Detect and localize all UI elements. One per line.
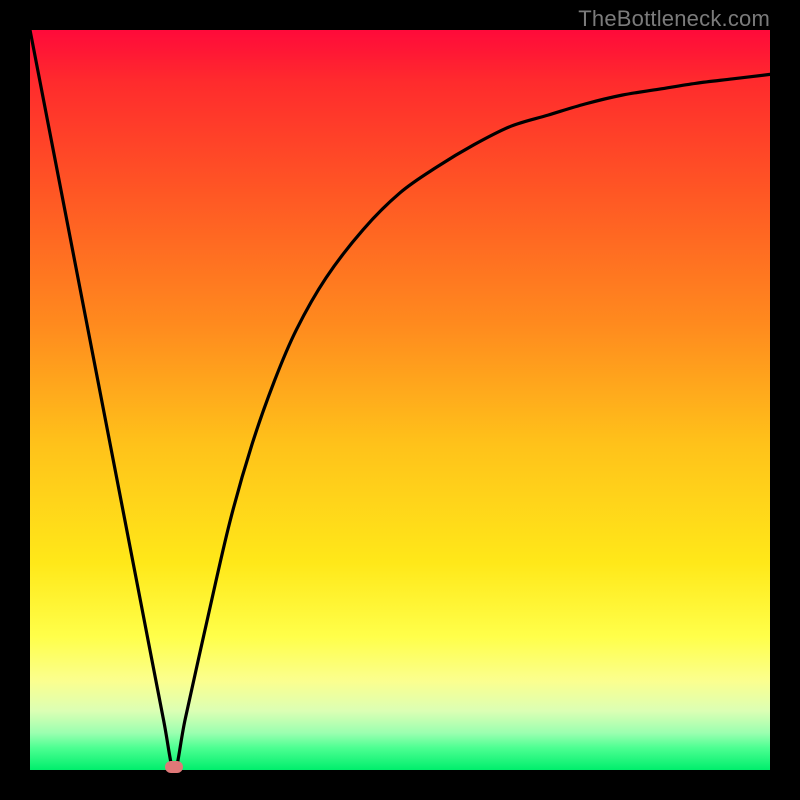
min-marker: [165, 761, 183, 773]
chart-frame: TheBottleneck.com: [0, 0, 800, 800]
curve-svg: [30, 30, 770, 770]
watermark-text: TheBottleneck.com: [578, 6, 770, 32]
curve-path: [30, 30, 770, 770]
plot-area: [30, 30, 770, 770]
